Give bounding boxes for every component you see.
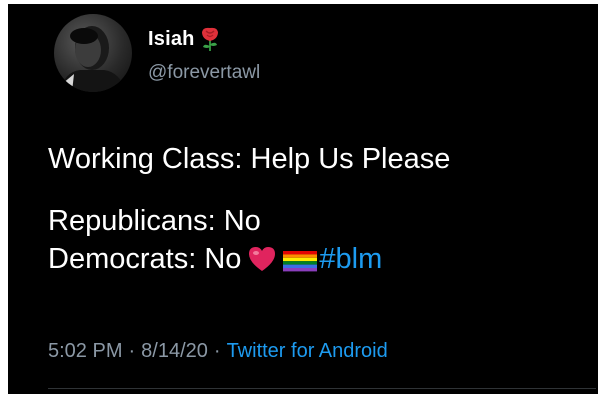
divider (48, 388, 596, 389)
avatar-photo-icon (60, 26, 126, 92)
meta-separator: · (128, 340, 136, 362)
hashtag-link[interactable]: #blm (319, 243, 382, 275)
tweet-text: Working Class: Help Us Please Republican… (48, 140, 450, 278)
rose-icon (201, 27, 218, 51)
tweet-line-3-text: Democrats: No (48, 243, 242, 275)
author-name-row[interactable]: Isiah (148, 26, 221, 52)
author-handle[interactable]: @forevertawl (148, 62, 260, 84)
tweet-source-link[interactable]: Twitter for Android (227, 340, 388, 362)
rainbow-flag-icon (283, 251, 318, 272)
tweet-time[interactable]: 5:02 PM (48, 340, 122, 362)
tweet-line-3: Democrats: No #blm (48, 240, 450, 278)
display-name[interactable]: Isiah (148, 28, 195, 51)
meta-separator-2: · (213, 340, 221, 362)
tweet-line-1: Working Class: Help Us Please (48, 143, 451, 175)
avatar[interactable] (54, 14, 132, 92)
screenshot-frame: Isiah @forevertawl Working Class: Help U… (0, 0, 600, 400)
tweet-card: Isiah @forevertawl Working Class: Help U… (8, 4, 598, 394)
tweet-line-2: Republicans: No (48, 205, 261, 237)
tweet-meta: 5:02 PM · 8/14/20 · Twitter for Android (48, 340, 388, 363)
red-heart-icon (249, 247, 276, 271)
tweet-date[interactable]: 8/14/20 (141, 340, 208, 362)
